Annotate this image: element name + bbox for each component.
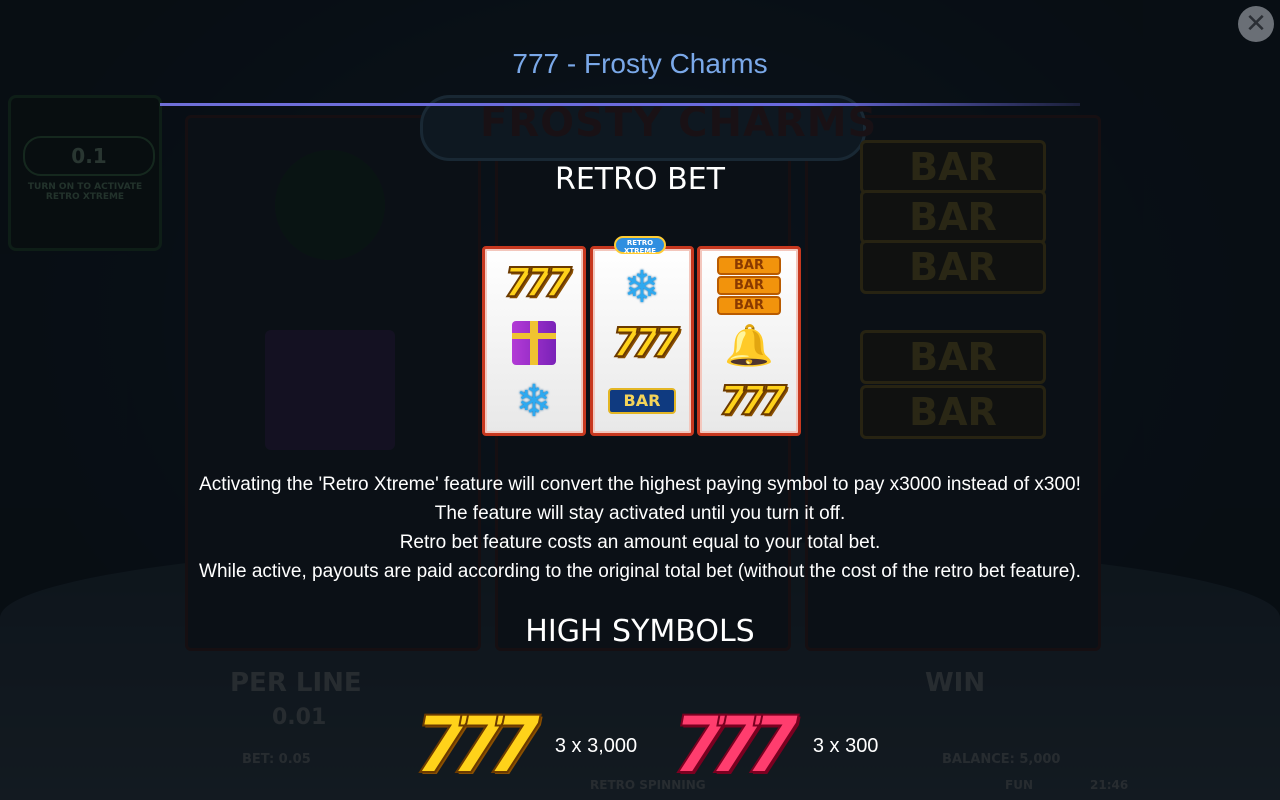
mini-reel-1: 777 ❄ [482,246,586,436]
bar-icon: BAR [593,371,691,431]
gold-seven-icon: 777 [413,700,542,792]
high-symbols-heading: HIGH SYMBOLS [525,614,755,649]
mini-reel-2: ❄ 777 BAR [590,246,694,436]
description-line: The feature will stay activated until yo… [434,503,846,524]
triple-bar-icon: BAR BAR BAR [700,255,798,315]
retro-bet-description: Activating the 'Retro Xtreme' feature wi… [0,470,1280,586]
close-button[interactable]: ✕ [1238,6,1274,42]
red-seven-payout: 3 x 300 [812,734,879,757]
page-title: 777 - Frosty Charms [512,48,768,79]
retro-bet-reels: 777 ❄ ❄ 777 BAR BAR BAR BAR 🔔 777 [482,246,801,436]
description-line: Activating the 'Retro Xtreme' feature wi… [199,474,1081,495]
bell-icon: 🔔 [724,322,774,369]
mini-reel-3: BAR BAR BAR 🔔 777 [697,246,801,436]
seven-icon: 777 [503,259,572,307]
snowflake-icon: ❄ [515,375,553,427]
description-line: Retro bet feature costs an amount equal … [399,532,881,553]
snowflake-icon: ❄ [623,261,661,313]
paytable-entry-red-777: 777 3 x 300 [671,700,879,792]
description-line: While active, payouts are paid according… [199,561,1081,582]
gold-seven-payout: 3 x 3,000 [554,734,638,757]
seven-icon: 777 [718,377,787,425]
gift-icon [485,313,583,373]
paytable-entry-gold-777: 777 3 x 3,000 [413,700,638,792]
retro-xtreme-badge: RETRO XTREME [614,236,666,255]
retro-bet-heading: RETRO BET [555,162,725,197]
red-seven-icon: 777 [671,700,800,792]
seven-icon: 777 [611,319,680,367]
title-divider [160,103,1080,106]
